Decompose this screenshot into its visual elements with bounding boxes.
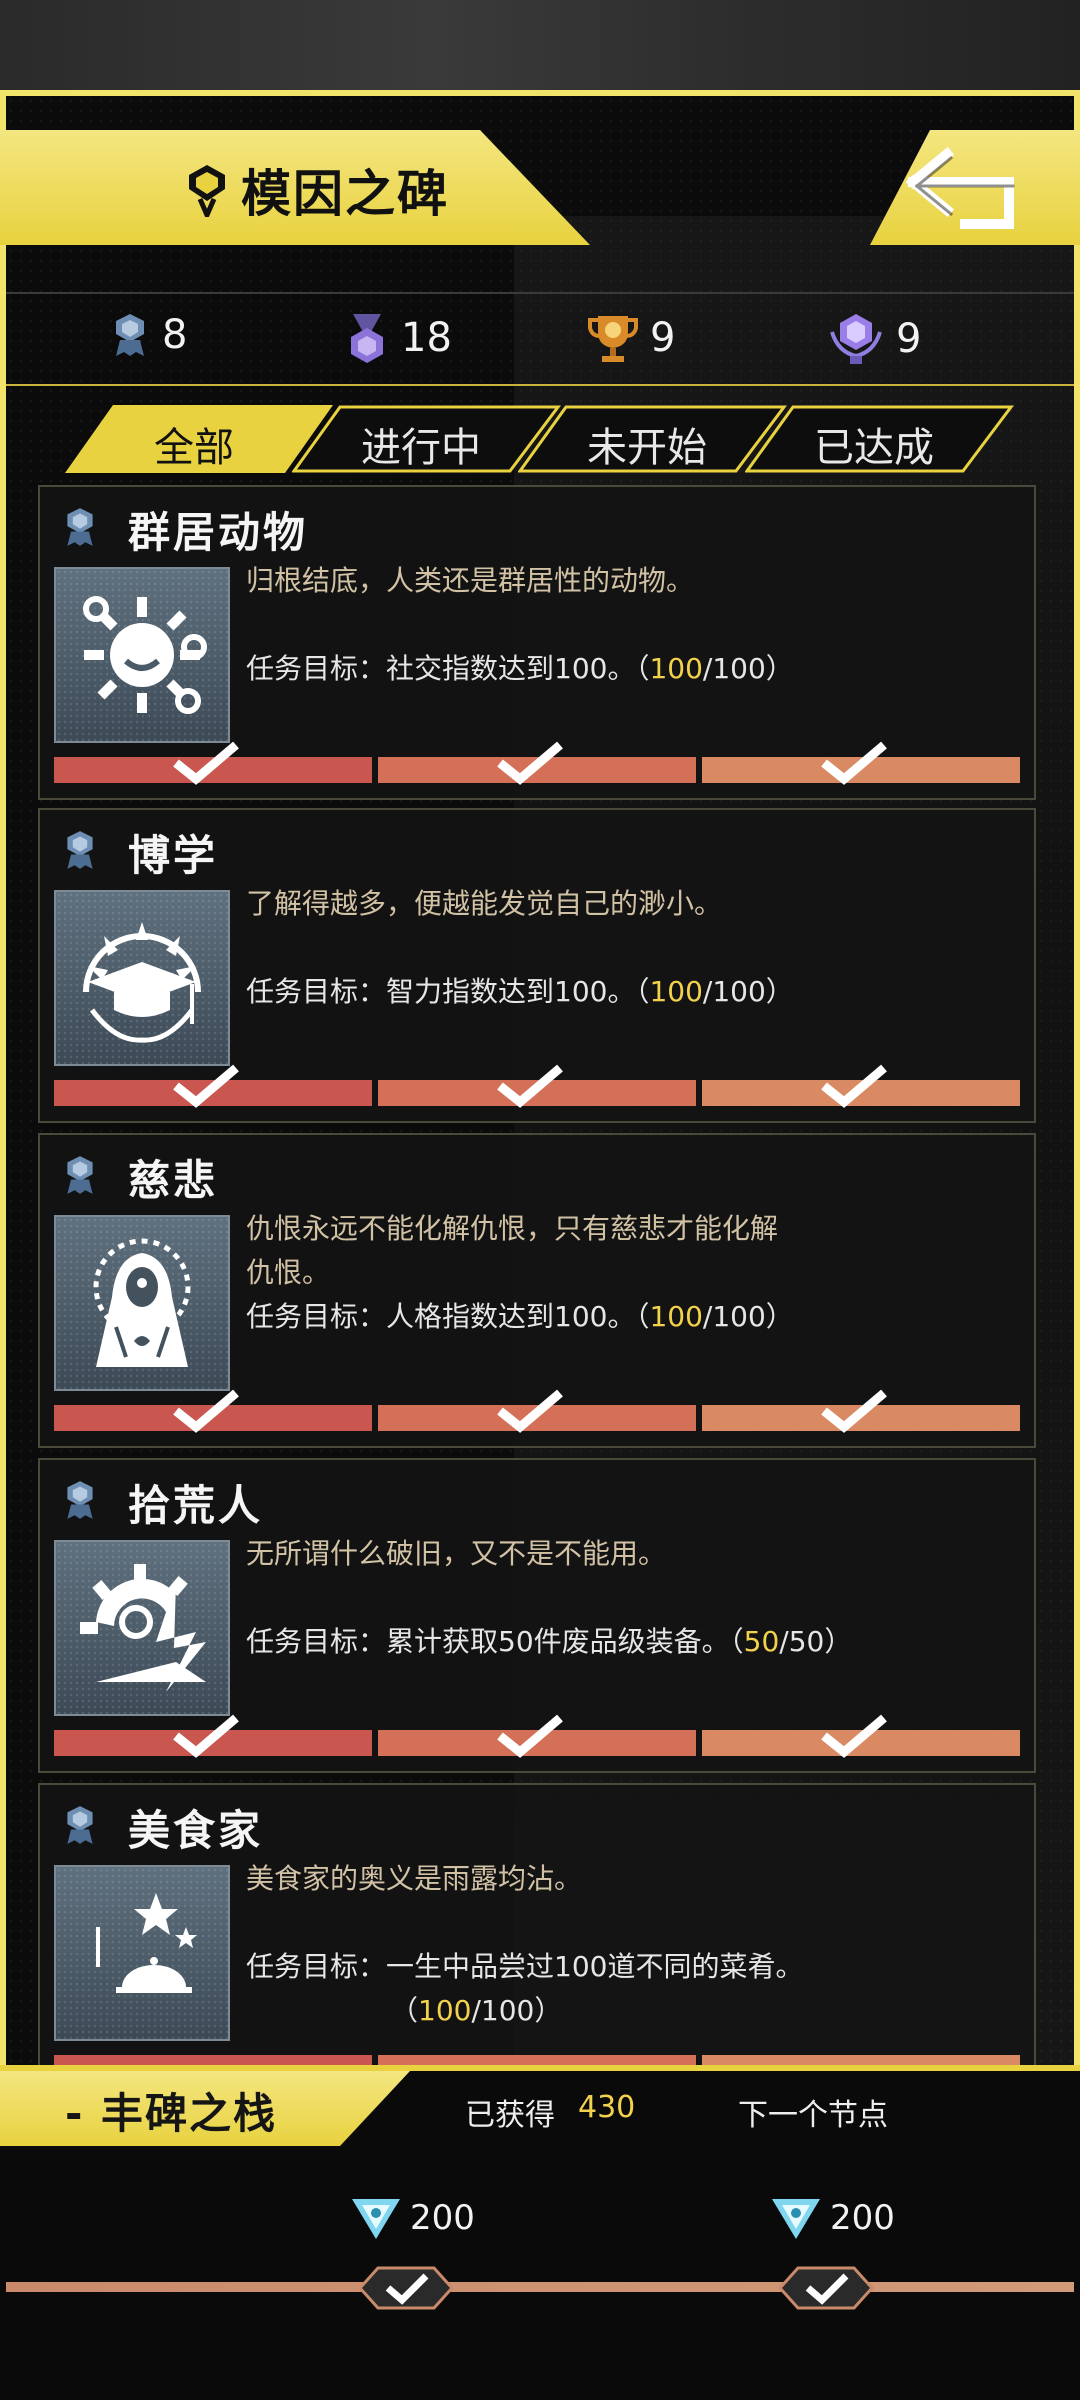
achievement-icon-frame [54,1215,230,1391]
title-text: 模因之碑 [241,165,449,223]
earned-value: 430 [578,2090,636,2125]
stat-purple-medal: 18 [345,312,452,364]
graduation-cap-icon [83,922,201,1043]
achievement-card[interactable]: 群居动物 归根结底，人类还是群居性的动物。 任务目标：社交指数达到100。（10… [38,485,1036,800]
claimed-node-button[interactable] [778,2266,874,2310]
checkmark-icon [173,1064,239,1108]
progress-segment [702,741,1020,785]
social-gear-icon [83,596,207,714]
checkmark-icon [497,1714,563,1758]
checkmark-icon [173,1389,239,1433]
tab-in-progress[interactable]: 进行中 [292,405,561,473]
stat-purple-trophy: 9 [828,312,921,366]
progress-segment [54,1389,372,1433]
tab-completed[interactable]: 已达成 [745,405,1014,473]
purple-gem-trophy-icon [830,314,882,364]
achievement-name: 拾荒人 [128,1481,264,1530]
stele-title: - 丰碑之栈 [65,2089,278,2138]
blue-medal-icon [67,508,93,546]
achievement-goal: 任务目标：社交指数达到100。（100/100） [246,652,794,685]
tab-all[interactable]: 全部 [65,405,333,473]
stat-blue-medal: 8 [110,312,187,358]
progress-segment [378,1389,696,1433]
blue-medal-icon [67,1156,93,1194]
reward-node: 200 [770,2195,895,2241]
blue-medal-icon [67,1806,93,1844]
achievement-name: 美食家 [128,1806,264,1855]
blue-crystal-icon [772,2199,820,2239]
achievement-goal: 任务目标：累计获取50件废品级装备。（50/50） [246,1625,853,1658]
broken-gear-icon [80,1564,206,1692]
blue-medal-icon [116,314,144,356]
achievement-icon-frame [54,1865,230,2041]
hooded-figure-icon [93,1238,191,1367]
checkmark-icon [497,1389,563,1433]
back-arrow-button[interactable] [905,140,1035,240]
checkmark-icon [173,1714,239,1758]
achievement-goal: 任务目标：智力指数达到100。（100/100） [246,975,794,1008]
achievement-description: 了解得越多，便越能发觉自己的渺小。 [246,887,723,920]
gold-trophy-icon [588,316,638,362]
achievement-description: 无所谓什么破旧，又不是不能用。 [246,1537,667,1570]
tab-not-started[interactable]: 未开始 [518,405,787,473]
progress-segment [702,1389,1020,1433]
reward-node: 200 [350,2195,475,2241]
checkmark-icon [821,741,887,785]
progress-bar [54,1064,1020,1108]
progress-segment [702,1064,1020,1108]
progress-bar [54,1389,1020,1433]
next-node-label: 下一个节点 [738,2098,888,2133]
achievement-description: 归根结底，人类还是群居性的动物。 [246,564,695,597]
blue-crystal-icon [352,2199,400,2239]
checkmark-icon [821,1389,887,1433]
achievement-card[interactable]: 拾荒人 无所谓什么破旧，又不是不能用。 任务目标：累计获取50件废品级装备。（5… [38,1458,1036,1773]
achievement-goal: 任务目标：一生中品尝过100道不同的菜肴。 （100/100） [246,1950,804,2027]
achievement-description: 仇恨永远不能化解仇恨，只有慈悲才能化解仇恨。 [246,1212,779,1289]
achievement-name: 慈悲 [128,1156,219,1205]
progress-segment [54,1714,372,1758]
achievement-card[interactable]: 慈悲 仇恨永远不能化解仇恨，只有慈悲才能化解仇恨。 任务目标：人格指数达到100… [38,1133,1036,1448]
progress-segment [378,1064,696,1108]
checkmark-icon [821,1064,887,1108]
progress-segment [378,1714,696,1758]
progress-segment [54,1064,372,1108]
earned-label: 已获得 [465,2098,555,2133]
achievement-card[interactable]: 美食家 美食家的奥义是雨露均沾。 任务目标：一生中品尝过100道不同的菜肴。 （1… [38,1783,1036,2098]
checkmark-icon [497,741,563,785]
progress-segment [378,741,696,785]
checkmark-icon [821,1714,887,1758]
achievement-name: 博学 [128,831,219,880]
achievement-description: 美食家的奥义是雨露均沾。 [246,1862,583,1895]
purple-medal-icon [351,314,383,363]
checkmark-icon [173,741,239,785]
claimed-node-button[interactable] [358,2266,454,2310]
achievement-icon-frame [54,567,230,743]
moon-dish-icon [96,1893,206,2003]
achievement-card[interactable]: 博学 了解得越多，便越能发觉自己的渺小。 任务目标：智力指数达到100。（100… [38,808,1036,1123]
blue-medal-icon [67,831,93,869]
medal-outline-icon [189,165,225,217]
page-title: 模因之碑 [185,150,449,230]
progress-bar [54,1714,1020,1758]
blue-medal-icon [67,1481,93,1519]
stele-progress-track [6,2282,1074,2292]
top-status-area [0,0,1080,90]
stat-gold-trophy: 9 [588,312,675,364]
achievement-icon-frame [54,1540,230,1716]
progress-bar [54,741,1020,785]
achievement-goal: 任务目标：人格指数达到100。（100/100） [246,1300,794,1333]
progress-segment [54,741,372,785]
achievement-name: 群居动物 [128,508,309,557]
achievement-icon-frame [54,890,230,1066]
checkmark-icon [497,1064,563,1108]
progress-segment [702,1714,1020,1758]
